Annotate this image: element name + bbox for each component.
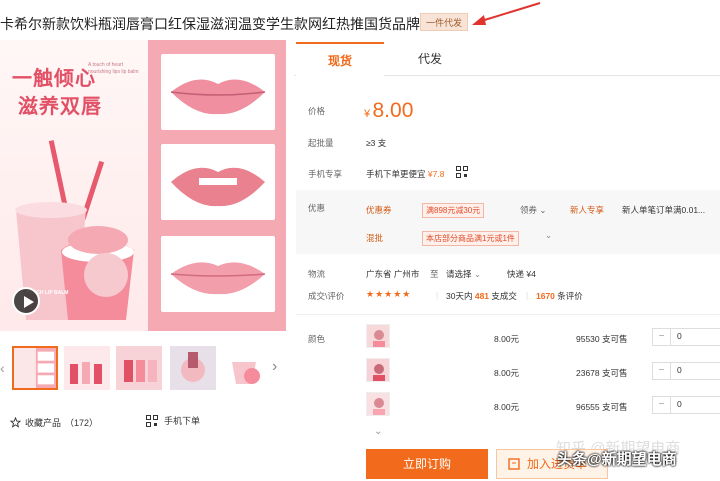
- rating-stars-icon: ★★★★★: [366, 289, 412, 299]
- dropship-tag: 一件代发: [420, 13, 468, 31]
- mixed-batch-label: 混批: [366, 233, 384, 243]
- thumbnail[interactable]: [116, 346, 162, 390]
- variant-thumbnail[interactable]: [366, 358, 390, 382]
- thumb-next-button[interactable]: ›: [272, 358, 277, 376]
- main-product-image[interactable]: 一触倾心 滋养双唇 A touch of heart nourishing li…: [0, 40, 286, 331]
- quantity-value[interactable]: 0: [677, 331, 682, 341]
- thumbnail[interactable]: [170, 346, 216, 390]
- new-user-text: 新人单笔订单满0.01...: [622, 205, 706, 215]
- variant-stock: 96555 支可售: [576, 402, 628, 412]
- reviews-label: 成交\评价: [308, 291, 345, 301]
- favorite-label: 收藏产品: [25, 418, 62, 428]
- quantity-stepper[interactable]: −0: [652, 328, 720, 346]
- annotation-arrow: [472, 2, 541, 25]
- divider: |: [436, 290, 439, 300]
- qr-code-icon: [146, 414, 158, 427]
- sales-number: 481: [474, 291, 490, 301]
- order-now-button[interactable]: 立即订购: [366, 449, 488, 479]
- qr-code-icon[interactable]: [456, 166, 468, 178]
- variant-thumbnail[interactable]: [366, 324, 390, 348]
- mobile-exclusive-value: 手机下单更便宜: [366, 169, 426, 179]
- to-label: 至: [430, 269, 439, 279]
- variant-stock: 23678 支可售: [576, 368, 628, 378]
- minus-icon[interactable]: −: [653, 329, 671, 345]
- quantity-stepper[interactable]: −0: [652, 362, 720, 380]
- lip-photo-1: [161, 54, 275, 130]
- claim-coupon-label: 领券: [520, 205, 538, 215]
- tab-dropship[interactable]: 代发: [386, 42, 474, 76]
- coupon-badge[interactable]: 满898元减30元: [422, 203, 485, 218]
- review-number: 1670: [536, 291, 555, 301]
- sales-count[interactable]: 30天内 481 支成交: [446, 290, 517, 302]
- quantity-value[interactable]: 0: [677, 365, 682, 375]
- new-user-label: 新人专享: [570, 205, 605, 215]
- star-outline-icon: [10, 417, 21, 428]
- chevron-down-icon[interactable]: ⌄: [545, 230, 552, 241]
- mobile-price: ¥7.8: [427, 169, 445, 179]
- promo-headline-2: 滋养双唇: [18, 96, 102, 118]
- variant-price: 8.00元: [494, 368, 520, 378]
- chevron-down-icon: ⌄: [473, 269, 482, 279]
- destination-value: 请选择: [446, 269, 472, 279]
- moq-value: ≥3 支: [366, 138, 387, 148]
- lip-photo-3: [161, 236, 275, 312]
- promo-subtext: A touch of heart nourishing lips lip bal…: [88, 62, 139, 75]
- mobile-exclusive-label: 手机专享: [308, 169, 343, 179]
- chevron-down-icon: ⌄: [539, 205, 547, 215]
- tab-in-stock[interactable]: 现货: [296, 42, 384, 76]
- mobile-exclusive-text: 手机下单更便宜 ¥7.8: [366, 168, 444, 180]
- product-title: 卡希尔新款饮料瓶润唇膏口红保湿滋润温变学生款网红热推国货品牌: [0, 16, 420, 32]
- variant-price: 8.00元: [494, 334, 520, 344]
- play-video-button[interactable]: [12, 287, 40, 315]
- toutiao-watermark: 头条@新期望电商: [557, 451, 677, 468]
- favorite-count: （172）: [65, 418, 99, 428]
- sales-prefix: 30天内: [446, 291, 473, 301]
- thumbnail[interactable]: [222, 346, 268, 390]
- thumb-prev-button[interactable]: ‹: [0, 360, 5, 376]
- color-label: 颜色: [308, 334, 326, 344]
- price-amount: 8.00: [372, 99, 414, 122]
- minus-icon[interactable]: −: [653, 397, 671, 413]
- quantity-stepper[interactable]: −0: [652, 396, 720, 414]
- origin-location: 广东省 广州市: [366, 269, 420, 279]
- thumbnail[interactable]: [12, 346, 58, 390]
- variant-price: 8.00元: [494, 402, 520, 412]
- quantity-value[interactable]: 0: [677, 399, 682, 409]
- sales-suffix: 支成交: [491, 291, 517, 301]
- mixed-batch-badge[interactable]: 本店部分商品满1元或1件: [422, 231, 519, 246]
- currency-symbol: ¥: [364, 108, 371, 120]
- divider: [296, 314, 720, 315]
- review-count[interactable]: 1670 条评价: [536, 290, 583, 302]
- price-label: 价格: [308, 106, 326, 116]
- favorite-button[interactable]: 收藏产品 （172）: [10, 416, 98, 429]
- mobile-order-button[interactable]: 手机下单: [146, 414, 200, 427]
- mobile-order-label: 手机下单: [164, 416, 201, 426]
- thumbnail[interactable]: [64, 346, 110, 390]
- cart-icon: [508, 458, 520, 470]
- destination-select[interactable]: 请选择 ⌄: [446, 268, 481, 280]
- minus-icon[interactable]: −: [653, 363, 671, 379]
- logistics-label: 物流: [308, 269, 326, 279]
- divider: |: [526, 290, 529, 300]
- variant-thumbnail[interactable]: [366, 392, 390, 416]
- moq-label: 起批量: [308, 138, 334, 148]
- promo-headline-1: 一触倾心: [12, 68, 96, 90]
- expand-variants-icon[interactable]: ⌄: [374, 426, 382, 437]
- price-value: ¥ 8.00: [364, 99, 413, 123]
- variant-stock: 95530 支可售: [576, 334, 628, 344]
- lip-photo-2: [161, 144, 275, 220]
- review-suffix: 条评价: [557, 291, 583, 301]
- claim-coupon-button[interactable]: 领券 ⌄: [520, 204, 547, 216]
- promo-label: 优惠: [308, 203, 326, 213]
- coupon-label: 优惠券: [366, 205, 392, 215]
- shipping-fee: 快递 ¥4: [507, 269, 536, 279]
